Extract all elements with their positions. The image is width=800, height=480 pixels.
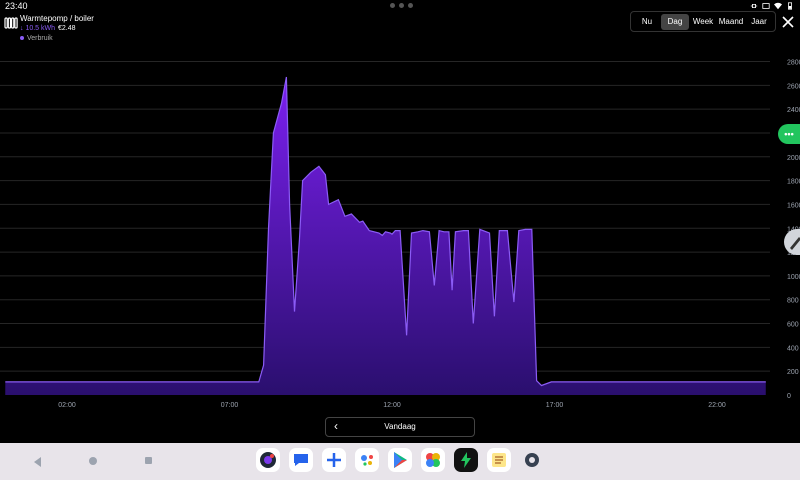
y-tick-label: 400 (787, 345, 799, 352)
legend-label: Verbruik (27, 35, 53, 42)
close-icon[interactable] (780, 14, 796, 30)
back-icon[interactable] (34, 457, 42, 467)
date-navigator: ‹ Vandaag (325, 417, 475, 437)
y-tick-label: 1600 (787, 202, 800, 209)
x-tick-label: 02:00 (58, 402, 76, 409)
home-icon[interactable] (89, 457, 97, 465)
energy-total: ↓ 10.5 kWh (20, 25, 56, 32)
series-legend[interactable]: Verbruik (20, 35, 53, 42)
status-time: 23:40 (5, 1, 28, 11)
app-dock (256, 448, 544, 472)
radiator-icon (4, 17, 18, 29)
page-indicator (390, 3, 413, 8)
y-tick-label: 1000 (787, 274, 800, 281)
legend-dot-icon (20, 36, 24, 41)
x-tick-label: 12:00 (383, 402, 401, 409)
cast-icon (762, 3, 770, 9)
tab-maand[interactable]: Maand (717, 14, 745, 30)
add-app-icon[interactable] (322, 448, 346, 472)
x-tick-label: 22:00 (708, 402, 726, 409)
y-tick-label: 2800 (787, 60, 800, 67)
period-selector: Nu Dag Week Maand Jaar (630, 11, 776, 32)
more-options-button[interactable]: ••• (778, 124, 800, 144)
more-dots: ••• (784, 129, 794, 139)
link-icon (750, 4, 758, 8)
tab-dag[interactable]: Dag (661, 13, 689, 30)
y-tick-label: 2400 (787, 107, 800, 114)
battery-icon (788, 2, 792, 10)
y-tick-label: 1800 (787, 179, 800, 186)
y-tick-label: 600 (787, 322, 799, 329)
system-nav-bar (0, 443, 800, 480)
play-store-app-icon[interactable] (388, 448, 412, 472)
y-tick-label: 2000 (787, 155, 800, 162)
wifi-icon (774, 2, 782, 10)
settings-app-icon[interactable] (520, 448, 544, 472)
y-tick-label: 800 (787, 298, 799, 305)
y-tick-label: 200 (787, 369, 799, 376)
energy-chart: 0200400600800100012001400160018002000220… (0, 50, 800, 415)
system-icons (750, 2, 794, 10)
messages-app-icon[interactable] (289, 448, 313, 472)
camera-app-icon[interactable] (256, 448, 280, 472)
device-title: Warmtepomp / boiler (20, 14, 94, 23)
photos-app-icon[interactable] (421, 448, 445, 472)
notes-app-icon[interactable] (487, 448, 511, 472)
tab-jaar[interactable]: Jaar (745, 14, 773, 30)
tab-nu[interactable]: Nu (633, 14, 661, 30)
y-tick-label: 2600 (787, 83, 800, 90)
y-tick-label: 0 (787, 393, 791, 400)
chart-svg: 0200400600800100012001400160018002000220… (0, 60, 800, 409)
energy-app-icon[interactable] (454, 448, 478, 472)
x-tick-label: 17:00 (546, 402, 564, 409)
recents-icon[interactable] (145, 457, 152, 464)
energy-cost: €2.48 (58, 25, 76, 32)
date-label: Vandaag (384, 422, 416, 431)
tab-week[interactable]: Week (689, 14, 717, 30)
x-tick-label: 07:00 (221, 402, 239, 409)
assistant-app-icon[interactable] (355, 448, 379, 472)
